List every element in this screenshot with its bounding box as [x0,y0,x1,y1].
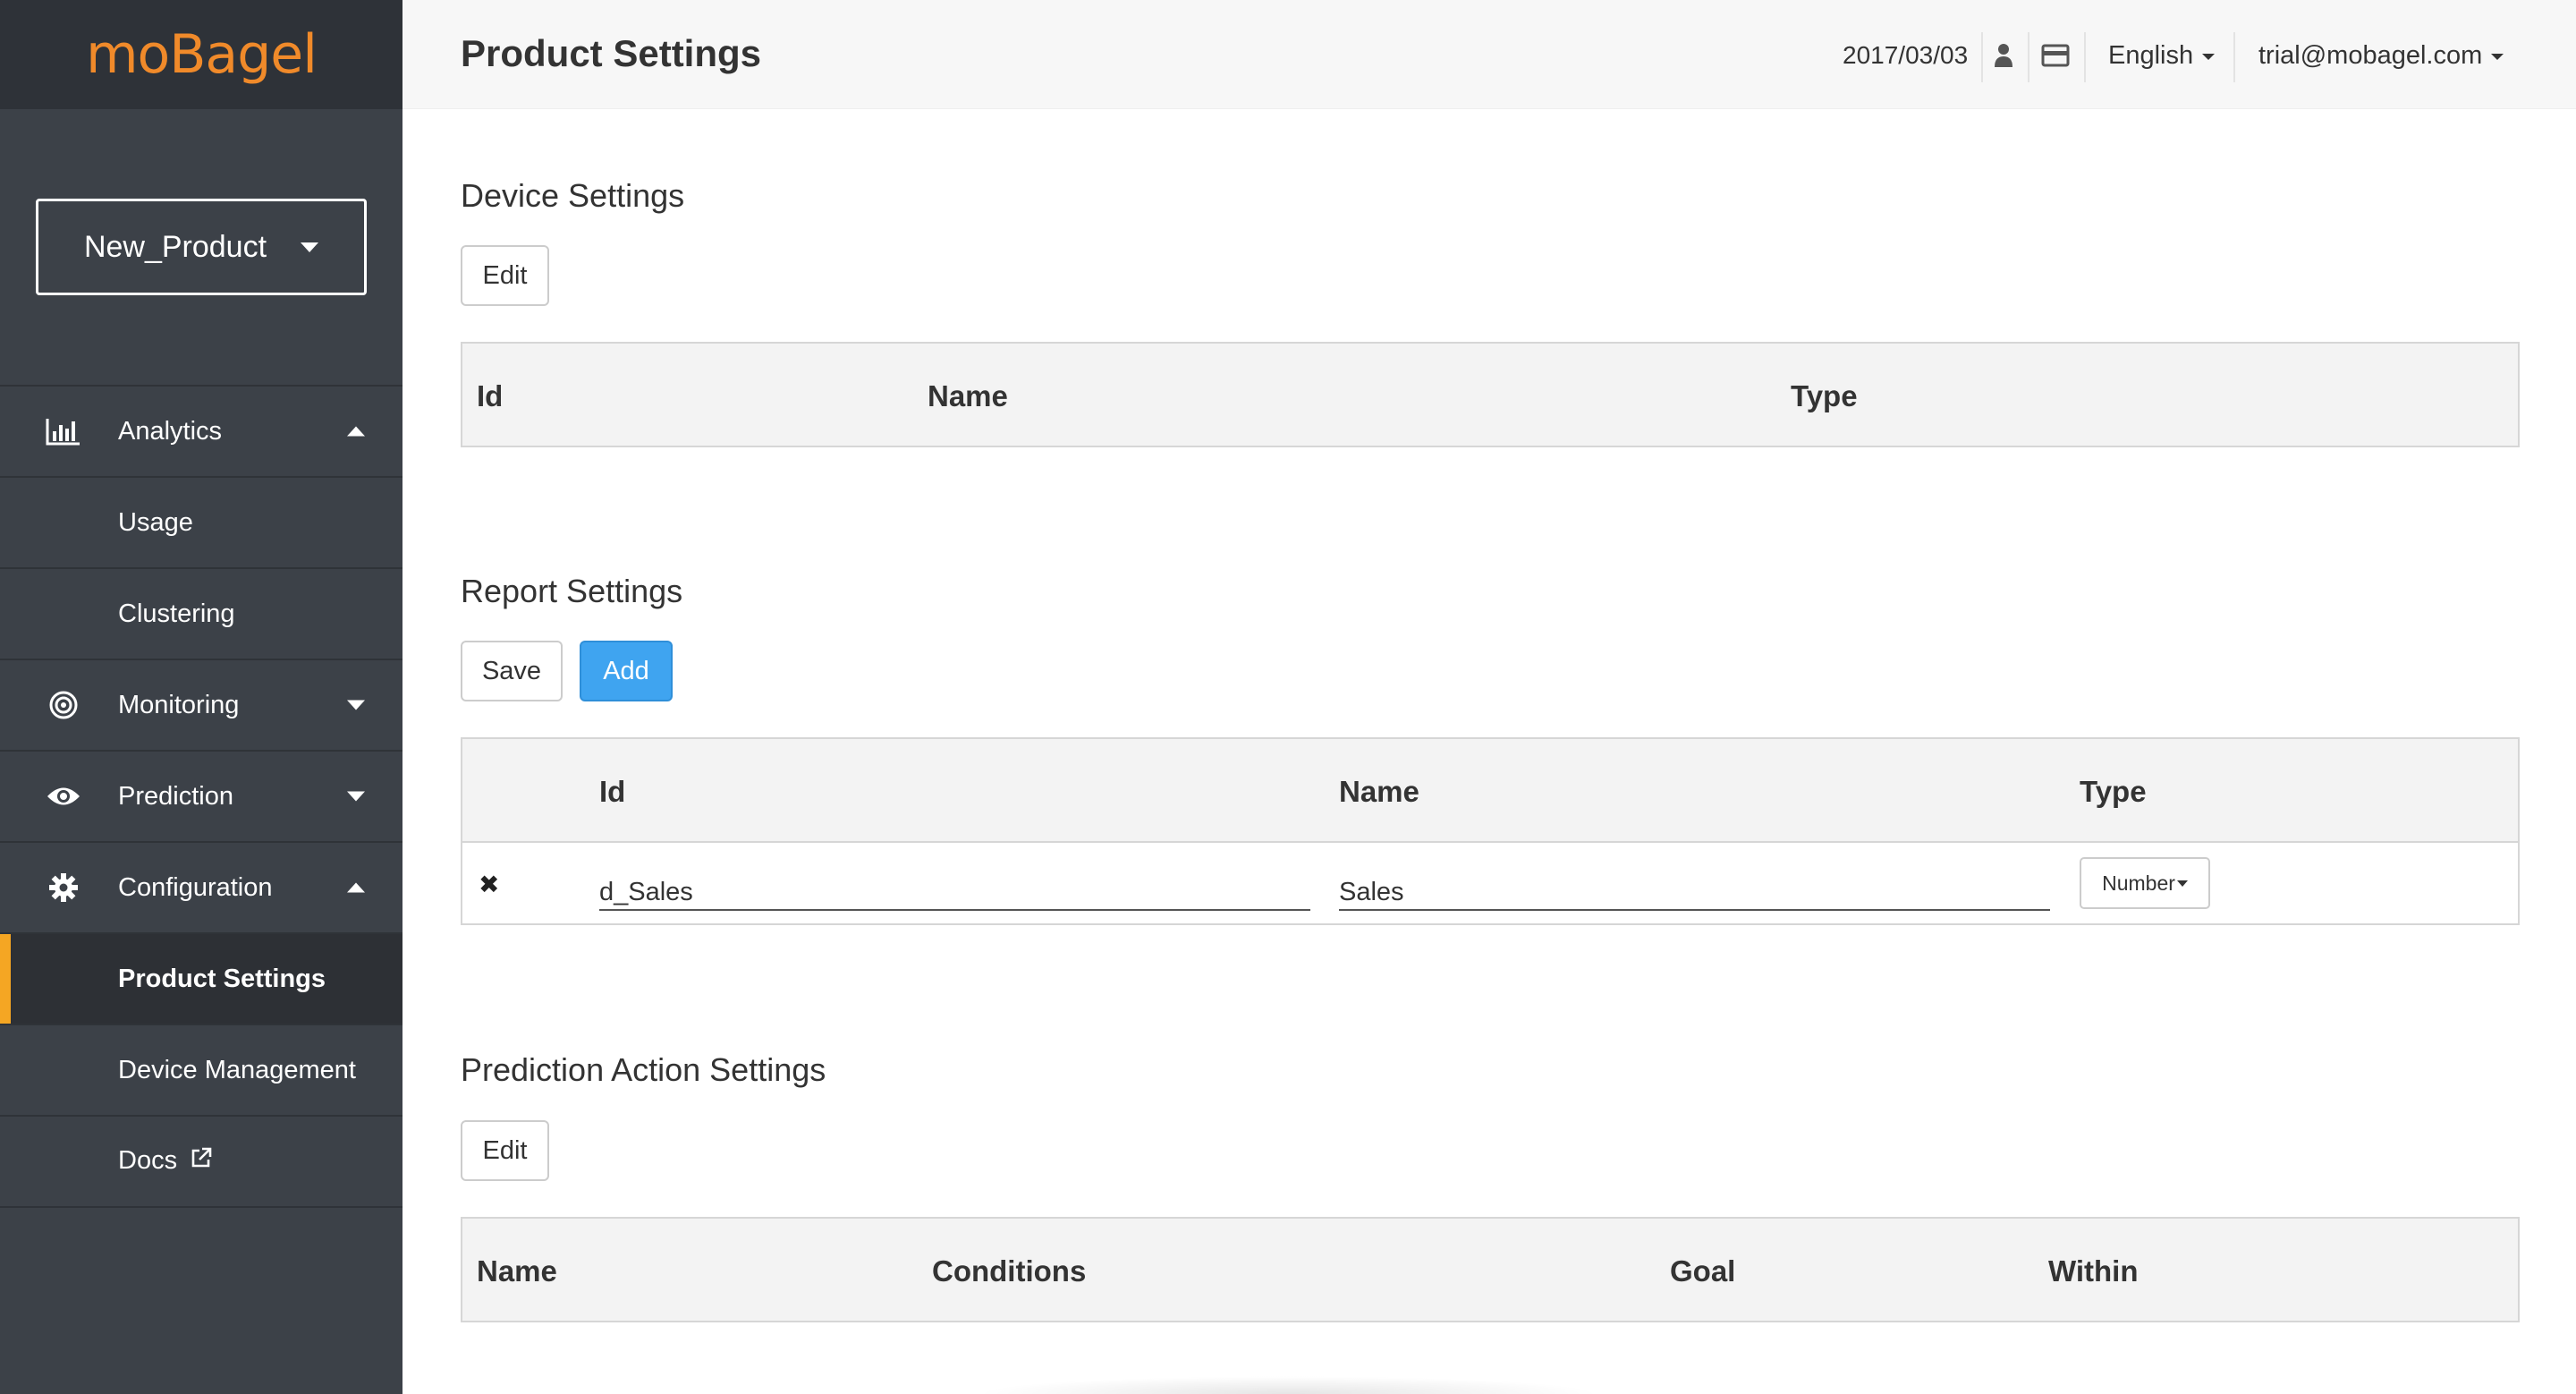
column-header-id[interactable]: Id [599,775,625,809]
product-selector-value: New_Product [83,229,267,264]
report-type-dropdown[interactable]: Number [2080,857,2210,909]
language-value: English [2108,41,2194,70]
sidebar-item-device-management[interactable]: Device Management [0,1025,402,1117]
chevron-up-icon [347,426,365,437]
device-settings-title: Device Settings [461,177,685,214]
language-dropdown[interactable]: English [2108,41,2216,71]
page-title: Product Settings [461,32,762,74]
sidebar-item-label: Docs [118,1146,213,1177]
sidebar-item-label: Product Settings [118,964,326,993]
column-header-within[interactable]: Within [2048,1254,2139,1288]
chevron-down-icon [301,242,319,252]
chevron-down-icon [347,791,365,802]
report-type-value: Number [2102,871,2175,895]
gear-icon [45,869,82,906]
prediction-action-table: Name Conditions Goal Within [461,1217,2520,1322]
sidebar-nav: Analytics Usage Clustering Monitoring Pr… [0,385,402,1208]
chevron-up-icon [347,882,365,893]
header-divider [1981,32,1983,82]
target-icon [45,686,82,724]
sidebar-item-label: Clustering [118,599,235,628]
sidebar-item-monitoring[interactable]: Monitoring [0,660,402,752]
product-selector[interactable]: New_Product [36,199,367,295]
external-link-icon [190,1146,213,1177]
column-header-goal[interactable]: Goal [1670,1254,1735,1288]
sidebar-item-product-settings[interactable]: Product Settings [0,934,402,1025]
user-menu-dropdown[interactable]: trial@mobagel.com [2258,41,2504,71]
sidebar-item-configuration[interactable]: Configuration [0,843,402,934]
table-header: Id Name Type [462,344,2518,446]
top-header: Product Settings 2017/03/03 English tria… [402,0,2576,109]
bottom-shadow [975,1376,1601,1394]
sidebar-item-prediction[interactable]: Prediction [0,752,402,843]
sidebar-item-clustering[interactable]: Clustering [0,569,402,660]
sidebar-item-label: Monitoring [118,690,240,719]
report-settings-table: Id Name Type ✖ Number [461,737,2520,925]
eye-icon [45,778,82,815]
bar-chart-icon [45,412,82,450]
prediction-action-settings-title: Prediction Action Settings [461,1051,826,1088]
column-header-type[interactable]: Type [1791,379,1858,413]
column-header-type[interactable]: Type [2080,775,2147,809]
table-row: ✖ Number [462,841,2518,923]
report-settings-save-button[interactable]: Save [461,641,563,701]
table-header: Id Name Type [462,739,2518,841]
credit-card-icon[interactable] [2041,41,2070,70]
report-name-input[interactable] [1339,868,2050,911]
header-divider [2028,32,2029,82]
table-header: Name Conditions Goal Within [462,1219,2518,1321]
chevron-down-icon [2491,53,2504,60]
report-id-input[interactable] [599,868,1310,911]
header-date: 2017/03/03 [1843,41,1969,69]
logo-bar: moBagel [0,0,402,109]
sidebar-item-docs[interactable]: Docs [0,1117,402,1208]
sidebar-item-usage[interactable]: Usage [0,478,402,569]
prediction-action-edit-button[interactable]: Edit [461,1120,549,1181]
chevron-down-icon [347,700,365,710]
device-settings-edit-button[interactable]: Edit [461,245,549,306]
chevron-down-icon [2202,53,2216,60]
chevron-down-icon [2176,880,2188,887]
column-header-name[interactable]: Name [1339,775,1419,809]
user-email: trial@mobagel.com [2258,41,2483,70]
sidebar-item-analytics[interactable]: Analytics [0,387,402,478]
header-divider [2084,32,2086,82]
column-header-name[interactable]: Name [928,379,1008,413]
sidebar: moBagel New_Product Analytics Usage Clus… [0,0,402,1394]
remove-row-icon[interactable]: ✖ [479,870,499,899]
device-settings-table: Id Name Type [461,342,2520,447]
sidebar-item-label: Prediction [118,781,233,811]
sidebar-item-label: Device Management [118,1055,356,1084]
docs-label: Docs [118,1145,178,1175]
user-icon[interactable] [1994,41,2013,70]
report-settings-add-button[interactable]: Add [580,641,673,701]
column-header-conditions[interactable]: Conditions [932,1254,1086,1288]
column-header-id[interactable]: Id [477,379,503,413]
sidebar-item-label: Analytics [118,416,223,446]
sidebar-item-label: Configuration [118,872,273,902]
mobagel-logo[interactable]: moBagel [86,23,318,86]
header-divider [2233,32,2235,82]
report-settings-title: Report Settings [461,573,683,609]
column-header-name[interactable]: Name [477,1254,557,1288]
sidebar-item-label: Usage [118,507,193,537]
